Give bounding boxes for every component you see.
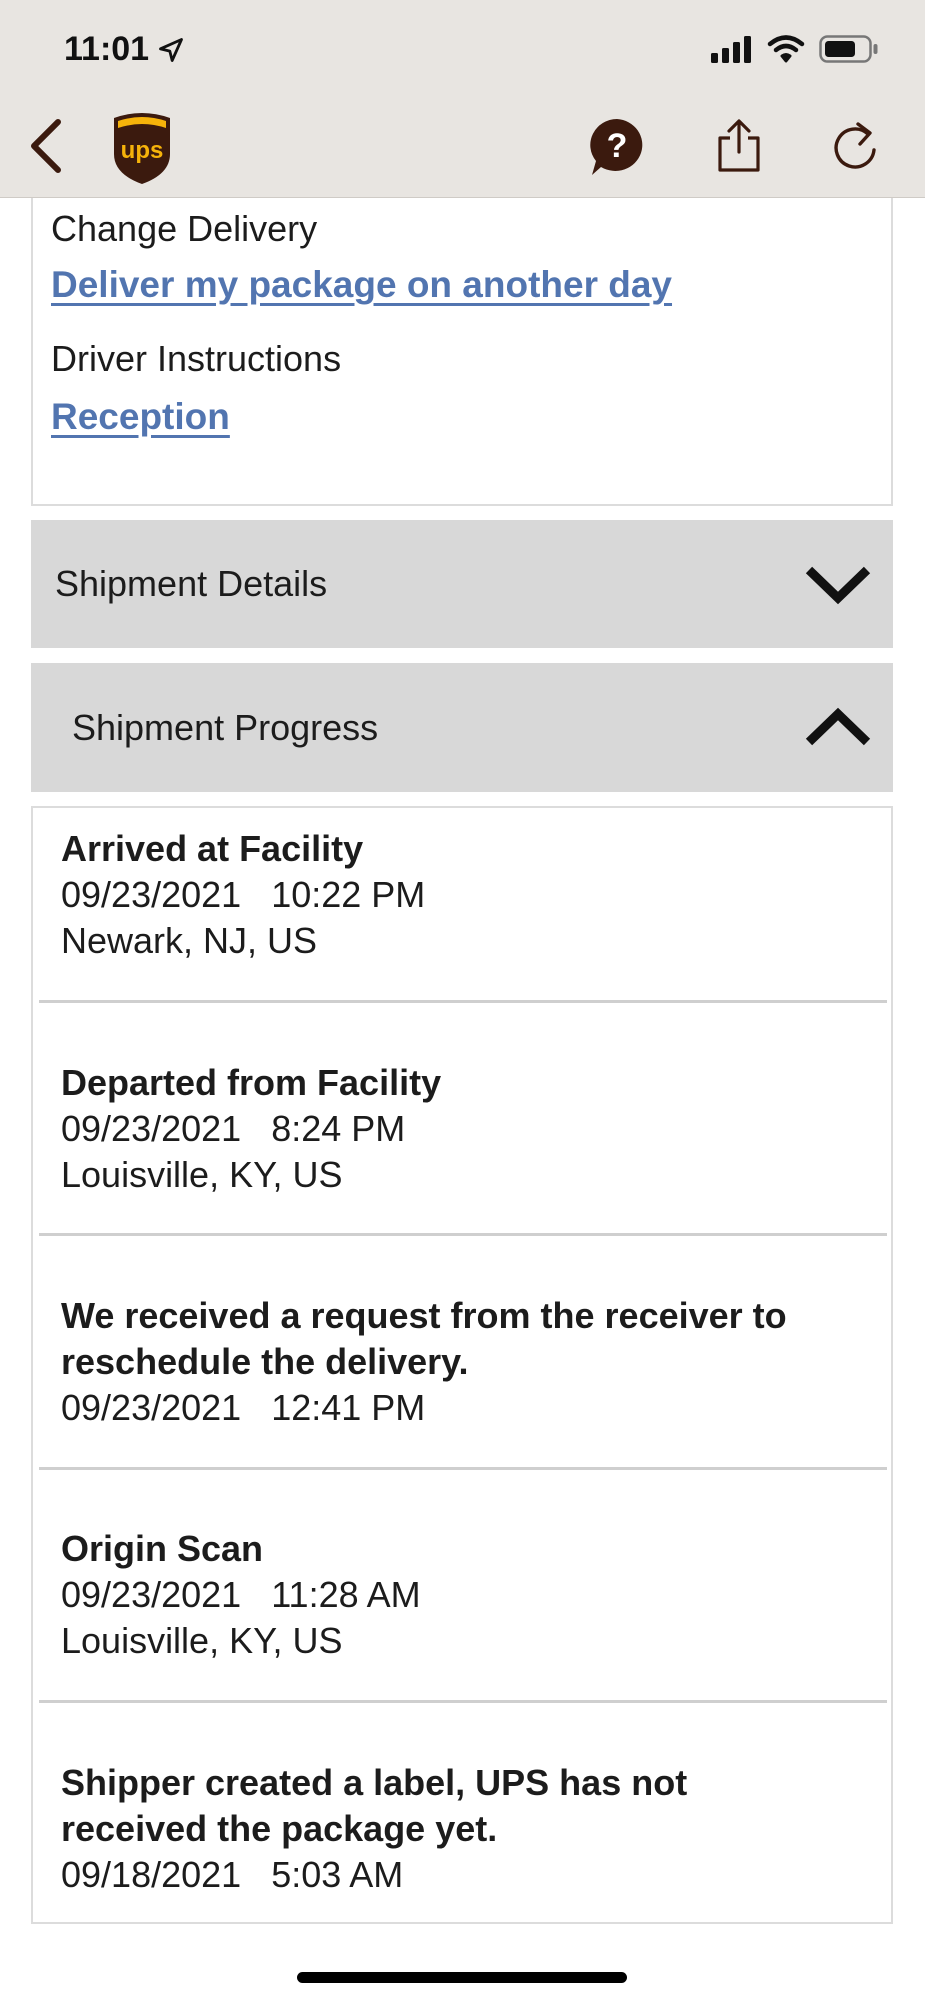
event-datetime: 09/18/2021 5:03 AM <box>33 1852 891 1898</box>
shipment-details-title: Shipment Details <box>55 563 328 604</box>
event-location: Newark, NJ, US <box>61 920 318 961</box>
event-time: 12:41 PM <box>271 1387 426 1428</box>
ups-logo: ups <box>114 113 170 184</box>
event-title: Arrived at Facility <box>61 828 364 869</box>
progress-event: Shipper created a label, UPS has not rec… <box>33 1760 891 1898</box>
event-datetime: 09/23/2021 10:22 PM <box>33 872 891 918</box>
shipment-details-accordion[interactable]: Shipment Details <box>31 520 893 648</box>
help-bubble-icon[interactable]: ? <box>588 117 646 177</box>
svg-text:ups: ups <box>121 137 164 164</box>
event-date: 09/23/2021 <box>61 1574 242 1615</box>
refresh-icon[interactable] <box>832 120 880 172</box>
back-chevron-icon[interactable] <box>26 116 66 176</box>
event-date: 09/23/2021 <box>61 1108 242 1149</box>
shipment-progress-accordion[interactable]: Shipment Progress <box>31 663 893 792</box>
event-title-continued: reschedule the delivery. <box>61 1341 469 1382</box>
deliver-another-day-link[interactable]: Deliver my package on another day <box>51 264 672 306</box>
status-icons <box>711 34 879 64</box>
progress-event: We received a request from the receiver … <box>33 1293 891 1431</box>
divider <box>39 1233 887 1236</box>
event-datetime: 09/23/2021 12:41 PM <box>33 1385 891 1431</box>
driver-instructions-link[interactable]: Reception <box>51 396 230 438</box>
event-location: Louisville, KY, US <box>61 1620 343 1661</box>
shipment-progress-title: Shipment Progress <box>72 706 379 748</box>
event-title: We received a request from the receiver … <box>61 1295 787 1336</box>
change-delivery-label: Change Delivery <box>51 208 318 249</box>
chevron-down-icon <box>805 566 871 605</box>
event-datetime: 09/23/2021 8:24 PM <box>33 1106 891 1152</box>
event-title-continued: received the package yet. <box>61 1808 498 1849</box>
event-time: 10:22 PM <box>271 874 426 915</box>
progress-event: Arrived at Facility 09/23/2021 10:22 PM … <box>33 826 891 964</box>
event-time: 8:24 PM <box>271 1108 406 1149</box>
event-datetime: 09/23/2021 11:28 AM <box>33 1572 891 1618</box>
divider <box>39 1467 887 1470</box>
svg-text:?: ? <box>607 127 628 165</box>
event-location: Louisville, KY, US <box>61 1154 343 1195</box>
wifi-icon <box>767 35 805 63</box>
status-time-text: 11:01 <box>64 30 150 68</box>
location-arrow-icon <box>159 37 183 62</box>
shipment-progress-list: Arrived at Facility 09/23/2021 10:22 PM … <box>31 806 893 1924</box>
battery-icon <box>819 35 878 63</box>
event-time: 5:03 AM <box>271 1854 404 1895</box>
event-time: 11:28 AM <box>271 1574 421 1615</box>
progress-event: Origin Scan 09/23/2021 11:28 AM Louisvil… <box>33 1526 891 1664</box>
delivery-options-card: Change Delivery Deliver my package on an… <box>31 198 893 506</box>
share-icon[interactable] <box>716 118 762 174</box>
event-date: 09/23/2021 <box>61 1387 242 1428</box>
progress-event: Departed from Facility 09/23/2021 8:24 P… <box>33 1060 891 1198</box>
cellular-signal-icon <box>711 36 751 63</box>
event-title: Origin Scan <box>61 1528 264 1569</box>
event-date: 09/18/2021 <box>61 1854 242 1895</box>
event-title: Shipper created a label, UPS has not <box>61 1762 688 1803</box>
top-bar: 11:01 ups ? <box>0 0 925 198</box>
status-time: 11:01 <box>64 30 185 69</box>
event-date: 09/23/2021 <box>61 874 242 915</box>
divider <box>39 1700 887 1703</box>
chevron-up-icon <box>805 707 871 745</box>
home-indicator[interactable] <box>297 1972 627 1983</box>
driver-instructions-label: Driver Instructions <box>51 338 342 379</box>
divider <box>39 1000 887 1003</box>
event-title: Departed from Facility <box>61 1062 442 1103</box>
